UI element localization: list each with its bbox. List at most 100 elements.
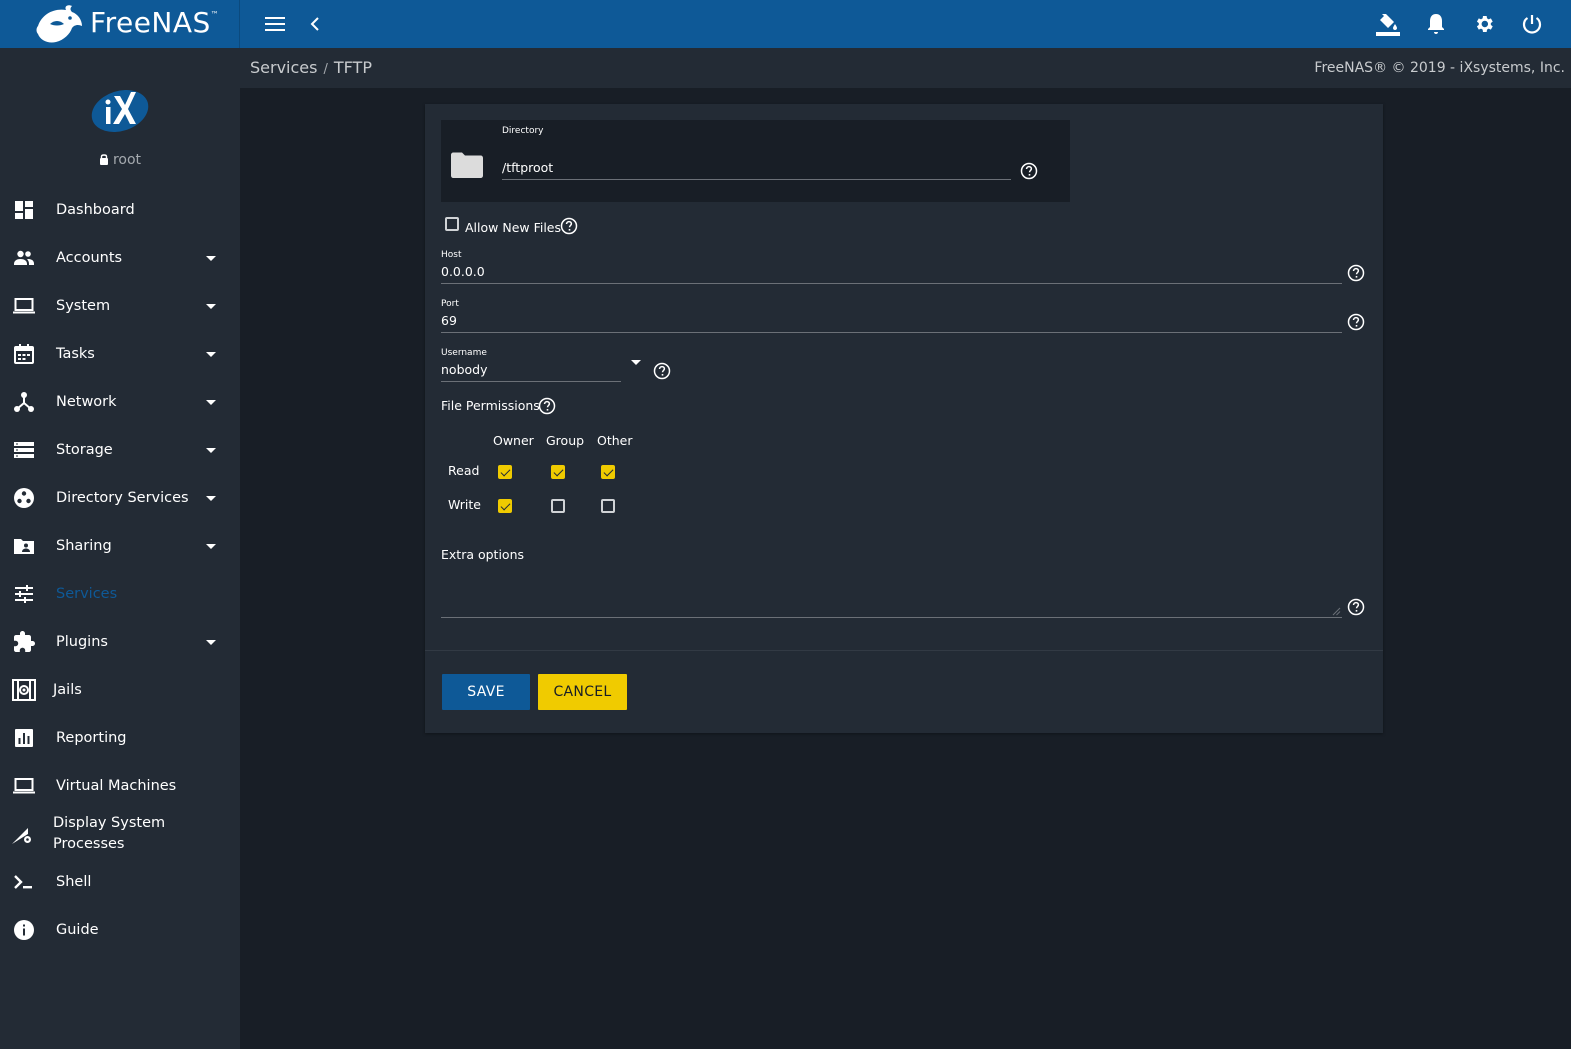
username-dropdown-arrow-icon[interactable] <box>631 360 641 365</box>
sidebar-item-label: Services <box>56 586 118 602</box>
sidebar-item-jails[interactable]: Jails <box>0 666 240 714</box>
sidebar-item-services[interactable]: Services <box>0 570 240 618</box>
host-input[interactable]: 0.0.0.0 <box>441 264 1342 284</box>
allow-new-files-checkbox[interactable] <box>445 217 459 231</box>
chevron-down-icon[interactable] <box>206 304 216 309</box>
chevron-down-icon[interactable] <box>206 544 216 549</box>
sidebar-item-network[interactable]: Network <box>0 378 240 426</box>
chevron-down-icon[interactable] <box>206 496 216 501</box>
laptop-icon <box>13 298 35 314</box>
username-help-icon[interactable] <box>653 362 671 380</box>
host-help-icon[interactable] <box>1347 264 1365 282</box>
settings-gear-icon[interactable] <box>1472 12 1496 36</box>
chevron-down-icon[interactable] <box>206 448 216 453</box>
puzzle-icon <box>14 631 35 652</box>
breadcrumb-bar: Services / TFTP FreeNAS® © 2019 - iXsystem… <box>240 48 1571 88</box>
copyright-text: FreeNAS® © 2019 - iXsystems, Inc. <box>1314 60 1565 76</box>
save-button[interactable]: SAVE <box>442 674 530 710</box>
directory-services-icon <box>14 488 34 508</box>
sidebar-item-label: Jails <box>53 682 82 698</box>
perm-column-other: Other <box>597 433 633 448</box>
jail-icon <box>12 679 36 701</box>
storage-icon <box>14 442 34 458</box>
shell-prompt-icon <box>14 875 32 889</box>
breadcrumb: Services / TFTP <box>250 58 372 77</box>
port-input[interactable]: 69 <box>441 313 1342 333</box>
perm-write-owner-checkbox[interactable] <box>498 499 512 513</box>
sidebar-item-plugins[interactable]: Plugins <box>0 618 240 666</box>
notifications-bell-icon[interactable] <box>1424 12 1448 36</box>
lock-icon <box>99 154 108 165</box>
chevron-down-icon[interactable] <box>206 256 216 261</box>
directory-explorer: Directory /tftproot <box>441 120 1070 202</box>
sidebar-item-virtual-machines[interactable]: Virtual Machines <box>0 762 240 810</box>
perm-read-other-checkbox[interactable] <box>601 465 615 479</box>
perm-row-write: Write <box>448 497 482 512</box>
ix-avatar-logo <box>91 89 149 133</box>
sidebar-item-label: Display System Processes <box>53 815 166 852</box>
info-icon <box>14 920 34 940</box>
directory-input[interactable]: /tftproot <box>502 160 1011 180</box>
directory-help-icon[interactable] <box>1020 162 1038 180</box>
sidebar: root Dashboard Accounts System Tasks Net… <box>0 48 240 1049</box>
perm-column-group: Group <box>546 433 585 448</box>
textarea-resize-handle-icon[interactable] <box>1331 606 1341 616</box>
processes-icon <box>12 828 31 844</box>
back-chevron-icon[interactable] <box>303 12 327 36</box>
theme-paint-icon[interactable] <box>1376 12 1400 36</box>
user-line: root <box>0 152 240 168</box>
perm-read-owner-checkbox[interactable] <box>498 465 512 479</box>
logo-area[interactable]: FreeNAS™ <box>0 0 240 48</box>
folder-shared-icon <box>14 539 34 554</box>
power-icon[interactable] <box>1520 12 1544 36</box>
sidebar-item-label: Network <box>56 394 117 410</box>
chevron-down-icon[interactable] <box>206 400 216 405</box>
extra-options-textarea[interactable] <box>441 572 1342 618</box>
sidebar-item-label: Storage <box>56 442 113 458</box>
top-bar: FreeNAS™ <box>0 0 1571 48</box>
cancel-button[interactable]: CANCEL <box>538 674 627 710</box>
sidebar-item-label: Plugins <box>56 634 108 650</box>
freenas-shark-logo-icon <box>36 5 82 43</box>
sidebar-item-reporting[interactable]: Reporting <box>0 714 240 762</box>
sidebar-item-sharing[interactable]: Sharing <box>0 522 240 570</box>
sidebar-item-tasks[interactable]: Tasks <box>0 330 240 378</box>
sidebar-item-dashboard[interactable]: Dashboard <box>0 186 240 234</box>
perm-read-group-checkbox[interactable] <box>551 465 565 479</box>
perm-write-group-checkbox[interactable] <box>551 499 565 513</box>
sidebar-item-label: System <box>56 298 111 314</box>
folder-icon[interactable] <box>451 152 483 178</box>
sidebar-item-display-system-processes[interactable]: Display System Processes <box>0 810 240 858</box>
perm-column-owner: Owner <box>493 433 534 448</box>
allow-new-files-help-icon[interactable] <box>560 217 578 235</box>
sidebar-item-label: Guide <box>56 922 99 938</box>
allow-new-files-label: Allow New Files <box>465 220 562 235</box>
port-help-icon[interactable] <box>1347 313 1365 331</box>
sidebar-item-guide[interactable]: Guide <box>0 906 240 954</box>
username-select[interactable]: nobody <box>441 362 621 382</box>
laptop-icon <box>13 778 35 794</box>
file-permissions-help-icon[interactable] <box>538 397 556 415</box>
tftp-form-card: Directory /tftproot Allow New Files Host… <box>425 104 1383 733</box>
breadcrumb-services-link[interactable]: Services <box>250 58 317 77</box>
sidebar-item-label: Dashboard <box>56 202 135 218</box>
sidebar-item-storage[interactable]: Storage <box>0 426 240 474</box>
chevron-down-icon[interactable] <box>206 640 216 645</box>
sidebar-nav: Dashboard Accounts System Tasks Network <box>0 186 240 954</box>
port-label: Port <box>441 299 459 309</box>
perm-write-other-checkbox[interactable] <box>601 499 615 513</box>
sidebar-item-label: Reporting <box>56 730 127 746</box>
sidebar-item-directory-services[interactable]: Directory Services <box>0 474 240 522</box>
directory-label: Directory <box>502 126 544 136</box>
sidebar-item-accounts[interactable]: Accounts <box>0 234 240 282</box>
sidebar-item-system[interactable]: System <box>0 282 240 330</box>
chevron-down-icon[interactable] <box>206 352 216 357</box>
sidebar-item-shell[interactable]: Shell <box>0 858 240 906</box>
sidebar-item-label: Directory Services <box>56 490 189 506</box>
sidebar-item-label: Virtual Machines <box>56 778 177 794</box>
menu-icon[interactable] <box>263 12 287 36</box>
sidebar-item-label: Sharing <box>56 538 112 554</box>
host-label: Host <box>441 250 462 260</box>
username-label: root <box>112 152 142 168</box>
extra-options-help-icon[interactable] <box>1347 598 1365 616</box>
